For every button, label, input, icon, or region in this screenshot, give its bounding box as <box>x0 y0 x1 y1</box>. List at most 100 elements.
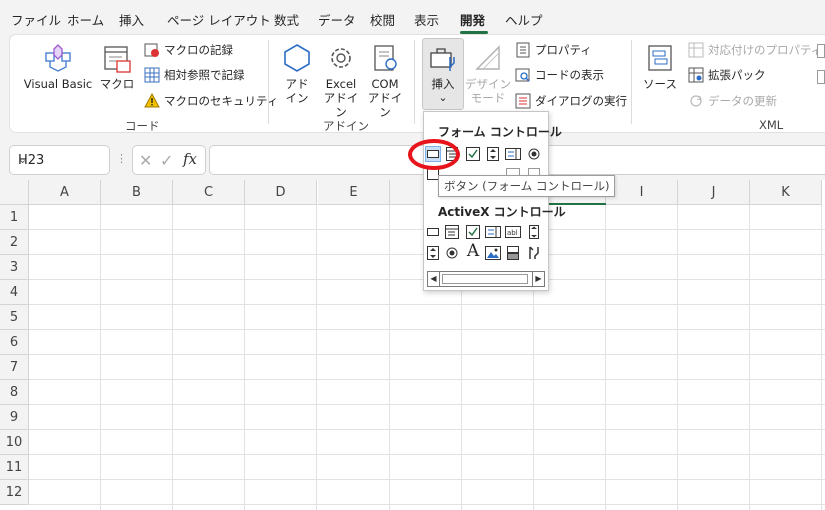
tab-page-layout[interactable]: ページ レイアウト <box>167 10 271 29</box>
column-header-c[interactable]: C <box>173 180 245 205</box>
ribbon-tabs: ファイル ホーム 挿入 ページ レイアウト 数式 データ 校閲 表示 開発 ヘル… <box>0 0 825 34</box>
row-header-12[interactable]: 12 <box>0 480 29 505</box>
macro-icon <box>101 42 133 74</box>
column-header-i[interactable]: I <box>606 180 678 205</box>
row-header-11[interactable]: 11 <box>0 455 29 480</box>
tab-view[interactable]: 表示 <box>414 10 439 29</box>
cancel-icon[interactable]: ✕ <box>139 151 152 170</box>
activex-command-button-icon[interactable] <box>425 224 441 240</box>
form-list-box-icon[interactable] <box>505 146 521 162</box>
scroll-left-icon: ◀ <box>428 272 440 286</box>
excel-addin-button[interactable]: Excel アドイン <box>321 42 361 119</box>
record-icon <box>144 42 160 58</box>
name-box[interactable]: H23 ⌄ <box>9 145 110 175</box>
activex-spin-button-icon[interactable] <box>425 245 441 261</box>
activex-more-controls-icon[interactable] <box>526 245 542 261</box>
record-macro-label: マクロの記録 <box>164 43 233 57</box>
tab-data[interactable]: データ <box>318 10 356 29</box>
formula-bar-grip-icon[interactable]: ⋮ <box>116 152 127 165</box>
tab-home[interactable]: ホーム <box>67 10 104 29</box>
chevron-down-icon[interactable]: ⌄ <box>18 153 103 166</box>
tab-help[interactable]: ヘルプ <box>505 10 543 29</box>
row-header-5[interactable]: 5 <box>0 305 29 330</box>
column-gridline <box>749 205 750 510</box>
excel-addin-label-1: Excel <box>325 77 357 91</box>
com-addin-button[interactable]: COM アドイン <box>364 42 406 119</box>
column-header-d[interactable]: D <box>245 180 317 205</box>
activex-list-box-icon[interactable] <box>485 224 501 240</box>
row-gridline <box>29 479 825 480</box>
properties-button[interactable]: プロパティ <box>515 40 592 60</box>
relative-reference-label: 相対参照で記録 <box>164 68 245 82</box>
row-header-9[interactable]: 9 <box>0 405 29 430</box>
visual-basic-button[interactable]: Visual Basic <box>22 42 94 91</box>
column-header-j[interactable]: J <box>678 180 750 205</box>
row-header-1[interactable]: 1 <box>0 205 29 230</box>
xml-source-button[interactable]: ソース <box>640 42 680 91</box>
row-gridline <box>29 404 825 405</box>
insert-control-button[interactable]: 挿入 ⌄ <box>423 42 463 105</box>
activex-text-box-icon[interactable]: abl <box>505 224 521 240</box>
map-properties-button[interactable]: 対応付けのプロパティ <box>688 40 822 60</box>
tab-review[interactable]: 校閲 <box>370 10 395 29</box>
activex-toggle-button-icon[interactable] <box>505 245 521 261</box>
tab-file[interactable]: ファイル <box>11 10 61 29</box>
gear-icon <box>325 42 357 74</box>
com-addin-label-1: COM <box>371 77 399 91</box>
scroll-thumb <box>442 274 528 284</box>
macro-security-button[interactable]: マクロのセキュリティ <box>144 91 278 111</box>
form-spinner-icon[interactable] <box>485 146 501 162</box>
column-header-e[interactable]: E <box>318 180 390 205</box>
form-checkbox-icon[interactable] <box>465 146 481 162</box>
row-header-10[interactable]: 10 <box>0 430 29 455</box>
view-code-button[interactable]: コードの表示 <box>515 65 604 85</box>
relative-reference-button[interactable]: 相対参照で記録 <box>144 65 245 85</box>
activex-controls-title: ActiveX コントロール <box>438 205 566 219</box>
activex-label-icon[interactable]: A <box>465 241 481 261</box>
macro-security-label: マクロのセキュリティ <box>164 94 279 108</box>
run-dialog-button[interactable]: ダイアログの実行 <box>515 91 627 111</box>
design-mode-button[interactable]: デザイン モード <box>465 42 511 105</box>
addin-button[interactable]: アド イン <box>277 42 317 105</box>
row-header-2[interactable]: 2 <box>0 230 29 255</box>
xml-source-icon <box>644 42 676 74</box>
visual-basic-icon <box>42 42 74 74</box>
chevron-down-icon: ⌄ <box>438 91 448 104</box>
row-gridline <box>29 379 825 380</box>
refresh-data-button[interactable]: データの更新 <box>688 91 777 111</box>
select-all-corner[interactable] <box>0 180 29 205</box>
activex-checkbox-icon[interactable] <box>465 224 481 240</box>
tab-insert[interactable]: 挿入 <box>119 10 144 29</box>
visual-basic-label: Visual Basic <box>23 77 93 91</box>
expansion-packs-button[interactable]: 拡張パック <box>688 65 766 85</box>
formula-buttons: ✕ ✓ fx <box>132 145 206 175</box>
expansion-packs-icon <box>688 67 704 83</box>
run-dialog-label: ダイアログの実行 <box>535 94 627 108</box>
activex-scroll-preview[interactable]: ◀ ▶ <box>427 271 545 287</box>
activex-image-icon[interactable] <box>485 245 501 261</box>
activex-combo-box-icon[interactable] <box>444 224 460 240</box>
row-header-8[interactable]: 8 <box>0 380 29 405</box>
row-header-3[interactable]: 3 <box>0 255 29 280</box>
column-header-a[interactable]: A <box>29 180 101 205</box>
row-header-4[interactable]: 4 <box>0 280 29 305</box>
row-header-6[interactable]: 6 <box>0 330 29 355</box>
activex-option-button-icon[interactable] <box>444 245 460 261</box>
macro-button[interactable]: マクロ <box>99 42 135 91</box>
enter-icon[interactable]: ✓ <box>160 151 173 170</box>
excel-addin-label-2: アドイン <box>323 91 359 119</box>
row-header-7[interactable]: 7 <box>0 355 29 380</box>
insert-control-label: 挿入 <box>431 77 455 91</box>
macro-label: マクロ <box>99 77 135 91</box>
activex-scroll-bar-icon[interactable] <box>526 224 542 240</box>
tab-developer[interactable]: 開発 <box>460 10 485 29</box>
worksheet-grid[interactable]: ABCDEFGHIJK 123456789101112 <box>0 180 825 510</box>
tab-formulas[interactable]: 数式 <box>274 10 299 29</box>
insert-function-button[interactable]: fx <box>183 150 197 168</box>
column-gridline <box>244 205 245 510</box>
scroll-right-icon: ▶ <box>532 272 544 286</box>
record-macro-button[interactable]: マクロの記録 <box>144 40 233 60</box>
column-header-b[interactable]: B <box>101 180 173 205</box>
column-header-k[interactable]: K <box>750 180 822 205</box>
form-option-button-icon[interactable] <box>526 146 542 162</box>
